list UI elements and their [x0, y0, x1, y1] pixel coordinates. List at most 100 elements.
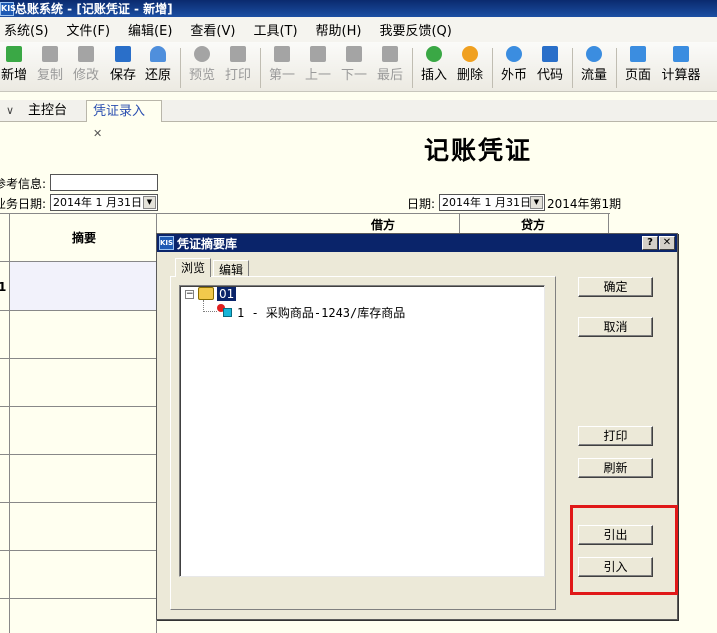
calculator-button[interactable]: 计算器 — [660, 46, 702, 83]
kis-logo-icon: KIS — [159, 236, 174, 250]
toolbar-separator — [180, 48, 181, 88]
ok-button[interactable]: 确定 — [578, 277, 653, 297]
close-icon[interactable]: ✕ — [93, 127, 102, 140]
grid-line — [608, 213, 609, 233]
dropdown-arrow-icon[interactable]: ▼ — [530, 196, 543, 209]
first-button[interactable]: 第一 — [268, 46, 296, 83]
next-button[interactable]: 下一 — [340, 46, 368, 83]
first-label: 第一 — [268, 68, 295, 83]
cashflow-button[interactable]: 流量 — [580, 46, 608, 83]
save-button[interactable]: 保存 — [109, 46, 137, 83]
date-label: 日期: — [407, 197, 436, 211]
save-icon — [115, 46, 131, 62]
foreign-label: 外币 — [500, 68, 527, 83]
code-button[interactable]: 代码 — [536, 46, 564, 83]
folder-icon — [198, 287, 214, 300]
chevron-down-icon[interactable]: ∨ — [0, 100, 20, 122]
collapse-toggle-icon[interactable]: − — [185, 290, 194, 299]
ref-info-input[interactable] — [50, 174, 158, 191]
last-button[interactable]: 最后 — [376, 46, 404, 83]
dialog-title: 凭证摘要库 — [177, 236, 238, 251]
print-label: 打印 — [224, 68, 251, 83]
undo-icon — [150, 46, 166, 62]
menu-bar: 系统(S) 文件(F) 编辑(E) 查看(V) 工具(T) 帮助(H) 我要反馈… — [0, 17, 717, 42]
toolbar-separator — [616, 48, 617, 88]
page-icon — [630, 46, 646, 62]
menu-feedback[interactable]: 我要反馈(Q) — [379, 20, 451, 39]
tree-connector — [203, 311, 217, 312]
dialog-close-button[interactable]: ✕ — [659, 236, 675, 250]
foreign-currency-button[interactable]: 外币 — [500, 46, 528, 83]
delete-button[interactable]: 删除 — [456, 46, 484, 83]
restore-button[interactable]: 还原 — [144, 46, 172, 83]
row-number: 1 — [0, 280, 7, 294]
new-label: 新增 — [0, 68, 27, 83]
selected-row-highlight — [10, 262, 156, 310]
grid-line — [0, 550, 156, 551]
print-button-dialog[interactable]: 打印 — [578, 426, 653, 446]
date-field[interactable]: 2014年 1 月31日 ▼ — [439, 194, 545, 211]
period-label: 2014年第1期 — [547, 197, 622, 211]
restore-label: 还原 — [144, 68, 171, 83]
edit-button[interactable]: 修改 — [72, 46, 100, 83]
currency-icon — [506, 46, 522, 62]
grid-line — [0, 598, 156, 599]
tab-edit[interactable]: 编辑 — [213, 260, 250, 277]
calculator-label: 计算器 — [661, 68, 701, 83]
tree-item-summary[interactable]: 1 - 采购商品-1243/库存商品 — [237, 304, 405, 321]
column-header-summary: 摘要 — [72, 231, 97, 245]
menu-edit[interactable]: 编辑(E) — [128, 20, 172, 39]
business-date-value: 2014年 1 月31日 — [53, 196, 142, 209]
code-icon — [542, 46, 558, 62]
annotation-highlight-box — [570, 505, 678, 595]
grid-line — [0, 213, 610, 214]
menu-system[interactable]: 系统(S) — [4, 20, 48, 39]
tree-root-node[interactable]: 01 — [217, 287, 237, 301]
prev-label: 上一 — [304, 68, 331, 83]
window-title: 总账系统 - [记账凭证 - 新增] — [15, 2, 173, 16]
ref-info-label: 参考信息: — [0, 177, 47, 191]
insert-label: 插入 — [420, 68, 447, 83]
refresh-button[interactable]: 刷新 — [578, 458, 653, 478]
item-cube-icon — [223, 308, 232, 317]
tab-browse[interactable]: 浏览 — [175, 258, 212, 277]
voucher-title: 记账凭证 — [424, 136, 533, 165]
grid-line — [459, 213, 460, 233]
browse-panel: − 01 1 - 采购商品-1243/库存商品 — [170, 276, 556, 610]
insert-button[interactable]: 插入 — [420, 46, 448, 83]
tab-voucher-entry[interactable]: 凭证录入 ✕ — [86, 100, 162, 140]
window-titlebar: KIS 总账系统 - [记账凭证 - 新增] — [0, 0, 717, 17]
copy-icon — [42, 46, 58, 62]
edit-icon — [78, 46, 94, 62]
prev-icon — [310, 46, 326, 62]
page-button[interactable]: 页面 — [624, 46, 652, 83]
toolbar-separator — [572, 48, 573, 88]
new-icon — [6, 46, 22, 62]
prev-button[interactable]: 上一 — [304, 46, 332, 83]
copy-button[interactable]: 复制 — [36, 46, 64, 83]
flow-label: 流量 — [580, 68, 607, 83]
toolbar: 新增 复制 修改 保存 还原 预览 打印 第一 上一 下一 最后 插入 删除 外… — [0, 42, 717, 92]
summary-tree[interactable]: − 01 1 - 采购商品-1243/库存商品 — [179, 285, 545, 577]
last-icon — [382, 46, 398, 62]
help-button[interactable]: ? — [642, 236, 658, 250]
toolbar-separator — [260, 48, 261, 88]
new-button[interactable]: 新增 — [0, 46, 28, 83]
grid-line — [0, 406, 156, 407]
grid-line — [0, 358, 156, 359]
menu-tools[interactable]: 工具(T) — [253, 20, 297, 39]
kis-logo-icon: KIS — [0, 1, 16, 16]
menu-view[interactable]: 查看(V) — [190, 20, 235, 39]
code-label: 代码 — [536, 68, 563, 83]
tab-home[interactable]: 主控台 — [22, 100, 73, 122]
print-button[interactable]: 打印 — [224, 46, 252, 83]
copy-label: 复制 — [36, 68, 63, 83]
preview-button[interactable]: 预览 — [188, 46, 216, 83]
dropdown-arrow-icon[interactable]: ▼ — [143, 196, 156, 209]
cancel-button[interactable]: 取消 — [578, 317, 653, 337]
menu-help[interactable]: 帮助(H) — [316, 20, 362, 39]
next-label: 下一 — [340, 68, 367, 83]
menu-file[interactable]: 文件(F) — [66, 20, 110, 39]
save-label: 保存 — [109, 68, 136, 83]
business-date-field[interactable]: 2014年 1 月31日 ▼ — [50, 194, 158, 211]
